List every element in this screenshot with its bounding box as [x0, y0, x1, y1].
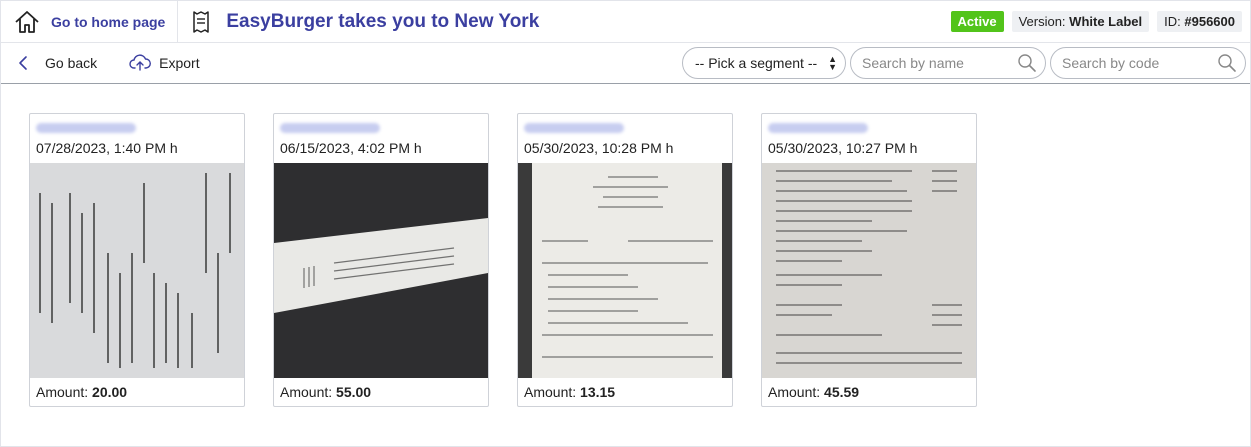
search-name-input[interactable] — [862, 55, 1017, 71]
amount-value: 13.15 — [580, 384, 616, 400]
card-date: 07/28/2023, 1:40 PM h — [36, 140, 178, 156]
page-title: EasyBurger takes you to New York — [226, 10, 540, 32]
header-meta: Active Version: White Label ID: #956600 — [950, 11, 1250, 32]
blurred-name — [768, 123, 868, 133]
card-date: 05/30/2023, 10:28 PM h — [524, 140, 674, 156]
receipt-card[interactable]: 07/28/2023, 1:40 PM h Amount: 20.00 — [29, 113, 245, 407]
amount-label: Amount: — [36, 384, 89, 400]
go-back-label: Go back — [45, 55, 98, 71]
receipt-icon — [193, 10, 210, 33]
card-date: 06/15/2023, 4:02 PM h — [280, 140, 422, 156]
toolbar: Go back Export -- Pick a segment -- ▲ ▼ — [1, 43, 1250, 84]
id-label: ID: — [1164, 14, 1181, 29]
card-user-name — [30, 114, 244, 136]
receipt-image[interactable] — [518, 163, 732, 378]
search-code-input[interactable] — [1062, 55, 1217, 71]
export-button[interactable]: Export — [129, 54, 200, 72]
top-header: Go to home page EasyBurger takes you to … — [1, 0, 1250, 43]
card-user-name — [274, 114, 488, 136]
card-date: 05/30/2023, 10:27 PM h — [768, 140, 918, 156]
amount-value: 20.00 — [92, 384, 128, 400]
blurred-name — [280, 123, 380, 133]
search-icon[interactable] — [1217, 53, 1237, 73]
amount-label: Amount: — [768, 384, 821, 400]
receipt-photo — [762, 163, 976, 378]
home-icon — [15, 10, 39, 33]
status-badge: Active — [950, 11, 1004, 32]
amount-label: Amount: — [280, 384, 333, 400]
segment-select-value: -- Pick a segment -- — [695, 55, 818, 71]
version-value: White Label — [1069, 14, 1143, 29]
receipt-photo — [30, 163, 244, 378]
id-chip: ID: #956600 — [1157, 11, 1242, 32]
version-label: Version: — [1018, 14, 1066, 29]
toolbar-filters: -- Pick a segment -- ▲ ▼ — [682, 47, 1250, 79]
home-link-label: Go to home page — [51, 13, 166, 30]
receipt-photo — [274, 163, 488, 378]
amount-value: 45.59 — [824, 384, 860, 400]
card-user-name — [762, 114, 976, 136]
blurred-name — [524, 123, 624, 133]
select-arrows-icon: ▲ ▼ — [828, 54, 837, 72]
card-amount: Amount: 20.00 — [30, 378, 244, 406]
id-value: #956600 — [1184, 14, 1235, 29]
blurred-name — [36, 123, 136, 133]
receipt-image[interactable] — [274, 163, 488, 378]
receipt-card-grid: 07/28/2023, 1:40 PM h Amount: 20.00 06/1… — [29, 113, 977, 407]
receipt-image[interactable] — [30, 163, 244, 378]
receipt-card[interactable]: 06/15/2023, 4:02 PM h Amount: 55.00 — [273, 113, 489, 407]
amount-value: 55.00 — [336, 384, 372, 400]
amount-label: Amount: — [524, 384, 577, 400]
receipt-card[interactable]: 05/30/2023, 10:27 PM h Amount: 45.59 — [761, 113, 977, 407]
search-by-code — [1050, 47, 1246, 79]
cloud-upload-icon — [129, 54, 152, 71]
card-amount: Amount: 45.59 — [762, 378, 976, 406]
receipt-image[interactable] — [762, 163, 976, 378]
export-label: Export — [159, 55, 200, 71]
search-by-name — [850, 47, 1046, 79]
home-link[interactable]: Go to home page — [1, 0, 179, 43]
card-user-name — [518, 114, 732, 136]
search-icon[interactable] — [1017, 53, 1037, 73]
version-chip: Version: White Label — [1011, 11, 1150, 32]
card-amount: Amount: 55.00 — [274, 378, 488, 406]
go-back-button[interactable]: Go back — [17, 55, 97, 71]
receipt-card[interactable]: 05/30/2023, 10:28 PM h Amount: 13.15 — [517, 113, 733, 407]
segment-select[interactable]: -- Pick a segment -- ▲ ▼ — [682, 47, 846, 79]
receipt-photo — [518, 163, 732, 378]
chevron-left-icon — [19, 56, 27, 70]
card-amount: Amount: 13.15 — [518, 378, 732, 406]
